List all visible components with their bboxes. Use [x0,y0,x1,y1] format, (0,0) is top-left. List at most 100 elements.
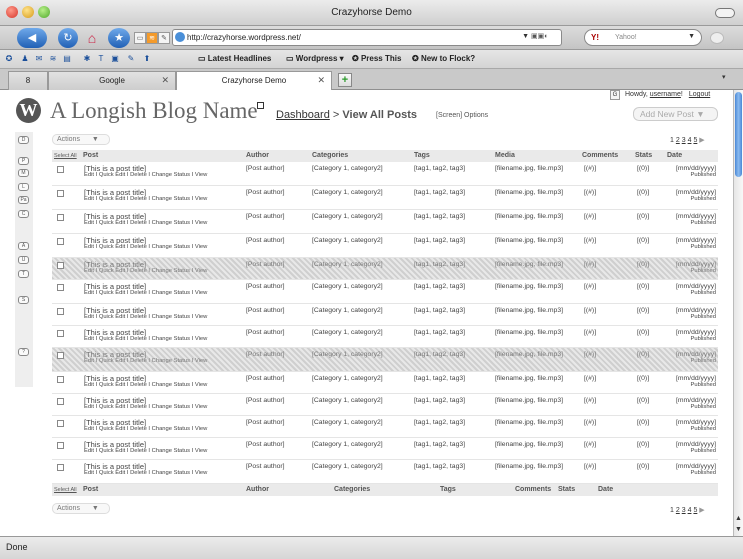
row-actions[interactable]: Edit I Quick Edit I Delete I Change Stat… [84,426,207,432]
post-comments-count[interactable]: [(#)] [584,189,596,196]
webmail-icon[interactable]: ✉ [34,54,44,64]
page-link-4[interactable]: 4 [688,507,692,514]
row-actions[interactable]: Edit I Quick Edit I Delete I Change Stat… [84,196,207,202]
scroll-down-icon[interactable]: ▼ [735,526,742,533]
sidebar-menu-icon[interactable]: T [18,270,29,278]
username-link[interactable]: username [650,91,681,98]
post-comments-count[interactable]: [(#)] [584,307,596,314]
column-header-categories[interactable]: Categories [312,152,348,159]
bulk-actions-select-top[interactable]: Actions ▼ [52,134,110,145]
row-checkbox[interactable] [57,464,64,471]
url-action-icons[interactable]: ▣▣◐ [531,32,557,43]
row-checkbox[interactable] [57,398,64,405]
row-checkbox[interactable] [57,308,64,315]
clip-icon[interactable]: ✎ [158,32,170,44]
toolbar-toggle-button[interactable] [715,8,735,18]
page-link-2[interactable]: 2 [676,507,680,514]
row-checkbox[interactable] [57,376,64,383]
url-dropdown-icon[interactable]: ▼ [522,33,529,40]
vertical-scrollbar[interactable]: ▲ ▼ [733,90,743,536]
row-actions[interactable]: Edit I Quick Edit I Delete I Change Stat… [84,244,207,250]
row-actions[interactable]: Edit I Quick Edit I Delete I Change Stat… [84,448,207,454]
address-bar[interactable]: http://crazyhorse.wordpress.net/ ▼ ▣▣◐ [172,29,562,46]
post-comments-count[interactable]: [(#)] [584,329,596,336]
table-row[interactable]: [This is a post title] Edit I Quick Edit … [52,258,718,280]
post-comments-count[interactable]: [(#)] [584,237,596,244]
post-comments-count[interactable]: [(#)] [584,419,596,426]
table-row[interactable]: [This is a post title] Edit I Quick Edit … [52,304,718,326]
logout-link[interactable]: Logout [689,91,710,98]
row-checkbox[interactable] [57,238,64,245]
sidebar-menu-icon[interactable]: S [18,296,29,304]
post-comments-count[interactable]: [(#)] [584,213,596,220]
rss-icon[interactable]: ≋ [146,32,158,44]
back-button[interactable]: ◀ [17,28,47,48]
column-header-tags[interactable]: Tags [440,486,456,493]
column-header-stats[interactable]: Stats [635,152,652,159]
sidebar-menu-icon[interactable]: A [18,242,29,250]
close-icon[interactable]: ✕ [317,75,325,86]
row-actions[interactable]: Edit I Quick Edit I Delete I Change Stat… [84,336,207,342]
close-icon[interactable]: ✕ [161,75,169,86]
flock-icon[interactable]: ✪ [4,54,14,64]
next-page-icon[interactable]: ▶ [699,137,704,144]
sidebar-menu-icon[interactable]: D [18,136,29,144]
table-row[interactable]: [This is a post title] Edit I Quick Edit … [52,372,718,394]
home-icon[interactable]: ⌂ [82,28,102,48]
row-actions[interactable]: Edit I Quick Edit I Delete I Change Stat… [84,172,207,178]
tab-start[interactable]: 8 [8,71,48,90]
new-tab-button[interactable]: + [338,73,352,87]
blog-name[interactable]: A Longish Blog Name [50,98,258,124]
bulk-actions-select-bottom[interactable]: Actions ▼ [52,503,110,514]
blog-icon[interactable]: ✎ [126,54,136,64]
column-header-stats[interactable]: Stats [558,486,575,493]
page-link-3[interactable]: 3 [682,507,686,514]
dashboard-link[interactable]: Dashboard [276,109,330,121]
page-link-5[interactable]: 5 [693,137,697,144]
column-header-post[interactable]: Post [83,152,98,159]
post-comments-count[interactable]: [(#)] [584,283,596,290]
sidebar-menu-icon[interactable]: U [18,256,29,264]
column-header-media[interactable]: Media [495,152,515,159]
column-header-tags[interactable]: Tags [414,152,430,159]
select-all-link[interactable]: Select All [54,487,77,493]
post-comments-count[interactable]: [(#)] [584,441,596,448]
favorites-icon[interactable]: ✱ [82,54,92,64]
post-comments-count[interactable]: [(#)] [584,351,596,358]
table-row[interactable]: [This is a post title] Edit I Quick Edit … [52,210,718,234]
up-icon[interactable]: ⬆ [142,54,152,64]
row-actions[interactable]: Edit I Quick Edit I Delete I Change Stat… [84,268,207,274]
column-header-date[interactable]: Date [667,152,682,159]
external-link-icon[interactable] [257,102,264,109]
row-actions[interactable]: Edit I Quick Edit I Delete I Change Stat… [84,220,207,226]
post-comments-count[interactable]: [(#)] [584,397,596,404]
add-new-post-button[interactable]: Add New Post ▼ [633,107,718,121]
page-link-4[interactable]: 4 [688,137,692,144]
tab-google[interactable]: Google ✕ [48,71,176,90]
row-checkbox[interactable] [57,214,64,221]
column-header-date[interactable]: Date [598,486,613,493]
bookmark-new-to-flock[interactable]: ✪ New to Flock? [412,54,475,63]
row-checkbox[interactable] [57,420,64,427]
post-comments-count[interactable]: [(#)] [584,375,596,382]
bookmark-latest-headlines[interactable]: ▭ Latest Headlines [198,54,271,63]
page-link-5[interactable]: 5 [693,507,697,514]
post-comments-count[interactable]: [(#)] [584,261,596,268]
select-all-link[interactable]: Select All [54,153,77,159]
table-row[interactable]: [This is a post title] Edit I Quick Edit … [52,162,718,186]
scroll-up-icon[interactable]: ▲ [735,515,742,522]
row-checkbox[interactable] [57,442,64,449]
star-icon[interactable]: ★ [108,28,130,48]
scrollbar-thumb[interactable] [735,92,742,177]
bookmark-press-this[interactable]: ✪ Press This [352,54,401,63]
wordpress-logo-icon[interactable]: W [16,98,41,123]
column-header-author[interactable]: Author [246,152,269,159]
page-link-3[interactable]: 3 [682,137,686,144]
search-go-button[interactable] [710,32,724,44]
row-actions[interactable]: Edit I Quick Edit I Delete I Change Stat… [84,314,207,320]
people-icon[interactable]: ♟ [20,54,30,64]
table-row[interactable]: [This is a post title] Edit I Quick Edit … [52,186,718,210]
sidebar-menu-icon[interactable]: P [18,157,29,165]
screen-options-link[interactable]: [Screen] Options [436,112,488,119]
row-actions[interactable]: Edit I Quick Edit I Delete I Change Stat… [84,358,207,364]
